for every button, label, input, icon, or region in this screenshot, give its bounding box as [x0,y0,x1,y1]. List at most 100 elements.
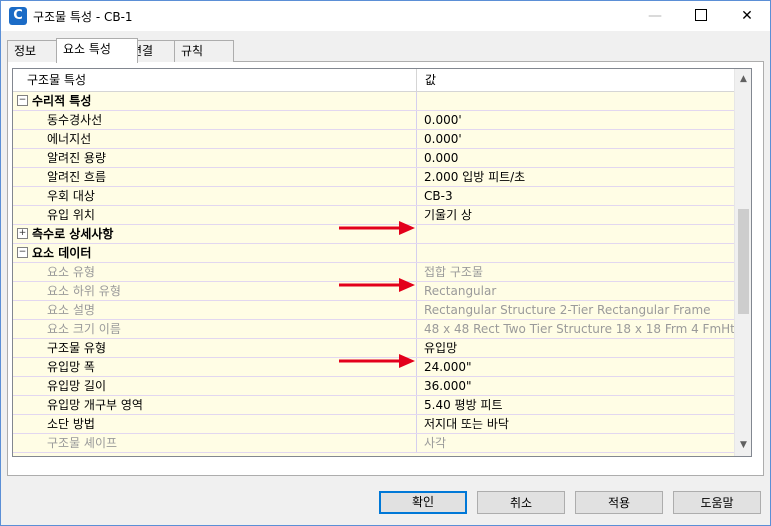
property-value [418,244,735,262]
minimize-button[interactable]: — [632,1,678,31]
property-value: 사각 [424,436,447,450]
property-value[interactable]: 유입망 [418,339,735,357]
property-label: 소단 방법 [47,417,95,431]
property-row[interactable]: 우회 대상 CB-3 [13,187,735,206]
ok-button[interactable]: 확인 [379,491,467,514]
property-row[interactable]: 소단 방법 저지대 또는 바닥 [13,415,735,434]
property-label: 요소 하위 유형 [47,284,121,298]
row-indent [13,320,47,338]
annotation-arrow-1 [337,218,417,238]
scroll-up-icon[interactable]: ▲ [735,71,751,88]
row-indent [13,358,47,376]
property-row[interactable]: 구조물 셰이프 사각 [13,434,735,453]
row-indent [13,168,47,186]
property-value[interactable]: 2.000 입방 피트/초 [418,168,735,186]
row-indent [13,301,47,319]
row-indent [13,263,47,281]
property-label: 구조물 유형 [47,341,107,355]
red-arrow-icon [339,354,415,368]
property-row[interactable]: 에너지선 0.000' [13,130,735,149]
category-row[interactable]: − 수리적 특성 [13,92,735,111]
apply-button[interactable]: 적용 [575,491,663,514]
row-indent [13,434,47,452]
property-value[interactable]: 5.40 평방 피트 [418,396,735,414]
tab-rules[interactable]: 규칙 [174,40,234,62]
property-value [418,92,735,110]
column-header-value[interactable]: 값 [418,69,735,91]
property-row[interactable]: 알려진 흐름 2.000 입방 피트/초 [13,168,735,187]
property-label: 유입망 길이 [47,379,107,393]
property-value: Rectangular [424,284,497,298]
property-row[interactable]: 동수경사선 0.000' [13,111,735,130]
property-label: 에너지선 [47,132,92,146]
property-value[interactable]: 0.000 [418,149,735,167]
property-value[interactable]: 24.000" [418,358,735,376]
property-label: 유입망 폭 [47,360,95,374]
property-value[interactable]: 저지대 또는 바닥 [418,415,735,433]
row-indent [13,187,47,205]
dialog-window: C 구조물 특성 - CB-1 — ✕ 정보 요소 특성 연결 규칙 구조물 특… [0,0,771,526]
cancel-button[interactable]: 취소 [477,491,565,514]
property-value [418,225,735,243]
property-value[interactable]: CB-3 [418,187,735,205]
expand-icon[interactable]: + [17,228,28,239]
property-label: 요소 유형 [47,265,95,279]
property-label: 요소 설명 [47,303,95,317]
row-indent [13,282,47,300]
app-icon: C [9,7,27,25]
category-label: 요소 데이터 [32,246,92,260]
category-label: 측수로 상세사항 [32,227,114,241]
property-value: Rectangular Structure 2-Tier Rectangular… [424,303,711,317]
grid-rows: − 수리적 특성 동수경사선 0.000' 에너지선 0.000' 알려진 용량 0.000 알… [13,92,735,453]
property-row[interactable]: 유입망 길이 36.000" [13,377,735,396]
property-value[interactable]: 기울기 상 [418,206,735,224]
row-indent [13,415,47,433]
property-label: 알려진 용량 [47,151,107,165]
tab-info[interactable]: 정보 [7,40,59,62]
annotation-arrow-3 [337,351,417,371]
property-value[interactable]: 0.000' [418,130,735,148]
property-label: 유입 위치 [47,208,95,222]
collapse-icon[interactable]: − [17,95,28,106]
scroll-thumb[interactable] [738,209,749,314]
red-arrow-icon [339,221,415,235]
window-title: 구조물 특성 - CB-1 [33,10,133,24]
property-value: 48 x 48 Rect Two Tier Structure 18 x 18 … [424,322,735,336]
category-label: 수리적 특성 [32,94,92,108]
grid-header: 구조물 특성 값 [13,69,735,92]
column-header-property[interactable]: 구조물 특성 [13,69,417,91]
property-value: 접합 구조물 [424,265,484,279]
close-button[interactable]: ✕ [724,1,770,31]
maximize-button[interactable] [678,1,724,31]
tab-element-properties[interactable]: 요소 특성 [56,38,138,63]
red-arrow-icon [339,278,415,292]
property-label: 유입망 개구부 영역 [47,398,143,412]
category-row[interactable]: − 요소 데이터 [13,244,735,263]
property-label: 우회 대상 [47,189,95,203]
row-indent [13,377,47,395]
property-row[interactable]: 유입망 개구부 영역 5.40 평방 피트 [13,396,735,415]
scroll-down-icon[interactable]: ▼ [735,437,751,454]
row-indent [13,111,47,129]
property-grid: 구조물 특성 값 − 수리적 특성 동수경사선 0.000' 에너지선 0.000' 알려진… [12,68,752,457]
help-button[interactable]: 도움말 [673,491,761,514]
property-label: 요소 크기 이름 [47,322,121,336]
title-bar: C 구조물 특성 - CB-1 — ✕ [1,1,770,31]
property-row[interactable]: 알려진 용량 0.000 [13,149,735,168]
annotation-arrow-2 [337,275,417,295]
row-indent [13,339,47,357]
row-indent [13,149,47,167]
row-indent [13,130,47,148]
property-label: 동수경사선 [47,113,103,127]
maximize-icon [695,8,707,21]
property-value[interactable]: 0.000' [418,111,735,129]
property-value[interactable]: 36.000" [418,377,735,395]
row-indent [13,396,47,414]
property-label: 구조물 셰이프 [47,436,118,450]
property-label: 알려진 흐름 [47,170,107,184]
property-row[interactable]: 요소 크기 이름 48 x 48 Rect Two Tier Structure … [13,320,735,339]
collapse-icon[interactable]: − [17,247,28,258]
vertical-scrollbar[interactable]: ▲ ▼ [734,69,751,456]
row-indent [13,206,47,224]
property-row[interactable]: 요소 설명 Rectangular Structure 2-Tier Rectan… [13,301,735,320]
